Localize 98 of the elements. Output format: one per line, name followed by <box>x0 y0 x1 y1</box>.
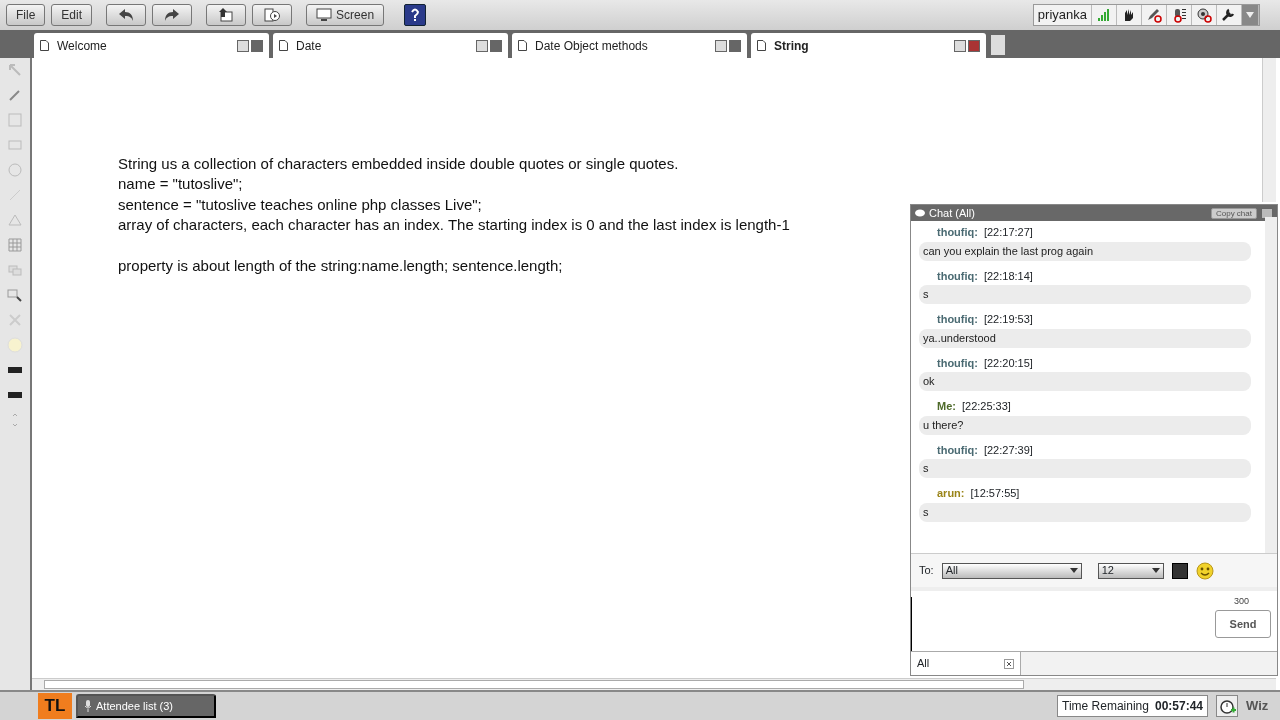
caret-icon <box>1069 568 1078 573</box>
page-icon <box>279 40 288 51</box>
message-time: [22:19:53] <box>983 312 1033 327</box>
message-sender: thoufiq: <box>937 268 978 284</box>
copy-chat-button[interactable]: Copy chat <box>1210 207 1257 219</box>
tab[interactable]: String <box>751 33 986 58</box>
message-time: [22:17:27] <box>983 225 1033 240</box>
brand-name: Wiz <box>1246 697 1270 716</box>
message-time: [22:20:15] <box>983 355 1033 371</box>
message-bubble: s <box>919 502 1251 522</box>
media-icon <box>264 7 281 23</box>
crop-icon <box>7 287 23 303</box>
redo-icon <box>164 7 181 23</box>
layers-icon <box>7 262 23 278</box>
close-icon <box>1004 658 1014 669</box>
add-tab-button[interactable] <box>990 34 1006 56</box>
pen-disabled-icon <box>1146 7 1162 23</box>
text-color-swatch[interactable] <box>1171 562 1188 579</box>
message-bubble: can you explain the last prog again <box>919 241 1251 261</box>
user-name: priyanka <box>1033 5 1092 25</box>
tab[interactable]: Date <box>273 33 508 58</box>
tab-close-icon[interactable] <box>729 39 741 52</box>
text-line: sentence = "tutoslive teaches online php classes Live"; <box>118 194 482 215</box>
text-line: String us a collection of characters embedded inside double quotes or single quotes. <box>118 154 679 174</box>
scrollbar-thumb[interactable] <box>44 680 1024 689</box>
caret-icon <box>1151 568 1160 573</box>
character-count: 300 <box>1233 595 1249 608</box>
to-label: To: <box>919 563 934 579</box>
time-remaining-value: 00:57:44 <box>1154 698 1203 715</box>
page-icon <box>40 40 49 51</box>
message-bubble: s <box>919 285 1251 304</box>
page-icon <box>518 40 527 51</box>
message-sender: thoufiq: <box>937 312 978 327</box>
message-time: [22:27:39] <box>983 442 1033 458</box>
tab-menu-icon[interactable] <box>715 39 727 52</box>
chat-tab[interactable]: All <box>911 652 1021 675</box>
pointer-icon <box>7 62 23 78</box>
font-size-dropdown[interactable]: 12 <box>1097 562 1164 579</box>
tab-menu-icon[interactable] <box>476 39 488 52</box>
microphone-icon <box>84 700 92 712</box>
message-sender: Me: <box>937 399 956 414</box>
monitor-icon <box>316 7 333 23</box>
chat-title: Chat (All) <box>929 205 975 221</box>
help-button[interactable] <box>404 4 427 26</box>
message-bubble: ok <box>919 372 1251 391</box>
tab[interactable]: Date Object methods <box>512 33 747 58</box>
minimize-button[interactable] <box>1261 207 1273 219</box>
upload-button[interactable] <box>206 4 247 26</box>
tab-close-icon[interactable] <box>968 39 980 52</box>
help-icon <box>410 8 421 22</box>
timer-icon <box>1216 695 1238 717</box>
screen-share-button[interactable]: Screen <box>306 4 385 26</box>
app-logo: TL <box>38 693 72 719</box>
tab-close-icon[interactable] <box>251 39 263 52</box>
media-button[interactable] <box>252 4 293 26</box>
redo-button[interactable] <box>152 4 193 26</box>
tab-menu-icon[interactable] <box>954 39 966 52</box>
message-sender: arun: <box>937 486 965 501</box>
webcam-disabled-icon <box>1196 7 1212 23</box>
send-button[interactable]: Send <box>1215 610 1271 638</box>
text-line: property is about length of the string:name.length; sentence.length; <box>118 255 563 276</box>
message-bubble: u there? <box>919 415 1251 435</box>
text-line: name = "tutoslive"; <box>118 174 243 195</box>
triangle-icon <box>7 212 23 228</box>
settings-icon <box>1221 7 1237 23</box>
line-icon <box>7 187 23 203</box>
undo-button[interactable] <box>106 4 147 26</box>
message-time: [22:18:14] <box>983 268 1033 284</box>
dropdown-caret-icon <box>1246 12 1254 18</box>
time-remaining-label: Time Remaining <box>1062 698 1149 715</box>
message-time: [22:25:33] <box>961 399 1011 414</box>
text-line: array of characters, each character has an index. The starting index is 0 and the last index is length-1 <box>118 215 790 236</box>
tab-menu-icon[interactable] <box>237 39 249 52</box>
undo-icon <box>118 7 135 23</box>
tab[interactable]: Welcome <box>34 33 269 58</box>
recipient-dropdown[interactable]: All <box>941 562 1082 579</box>
microphone-disabled-icon <box>1171 7 1187 23</box>
message-bubble: s <box>919 459 1251 478</box>
table-icon <box>7 237 23 253</box>
rectangle-icon <box>7 137 23 153</box>
message-sender: thoufiq: <box>937 442 978 458</box>
signal-icon <box>1096 7 1112 23</box>
menu-button[interactable]: Edit <box>51 4 93 26</box>
tab-close-icon[interactable] <box>490 39 502 52</box>
vertical-scrollbar[interactable] <box>1262 58 1276 202</box>
pencil-icon <box>7 87 23 103</box>
chat-bubble-icon <box>915 209 925 217</box>
circle-icon <box>7 162 23 178</box>
eraser-icon <box>7 312 23 328</box>
attendee-list-tab[interactable]: Attendee list (3) <box>76 694 216 718</box>
smiley-icon <box>1195 561 1214 580</box>
menu-button[interactable]: File <box>6 4 46 26</box>
upload-icon <box>218 7 235 23</box>
message-time: [12:57:55] <box>970 486 1020 501</box>
message-sender: thoufiq: <box>937 355 978 371</box>
message-sender: thoufiq: <box>937 225 978 240</box>
page-icon <box>757 40 766 51</box>
message-bubble: ya..understood <box>919 328 1251 348</box>
